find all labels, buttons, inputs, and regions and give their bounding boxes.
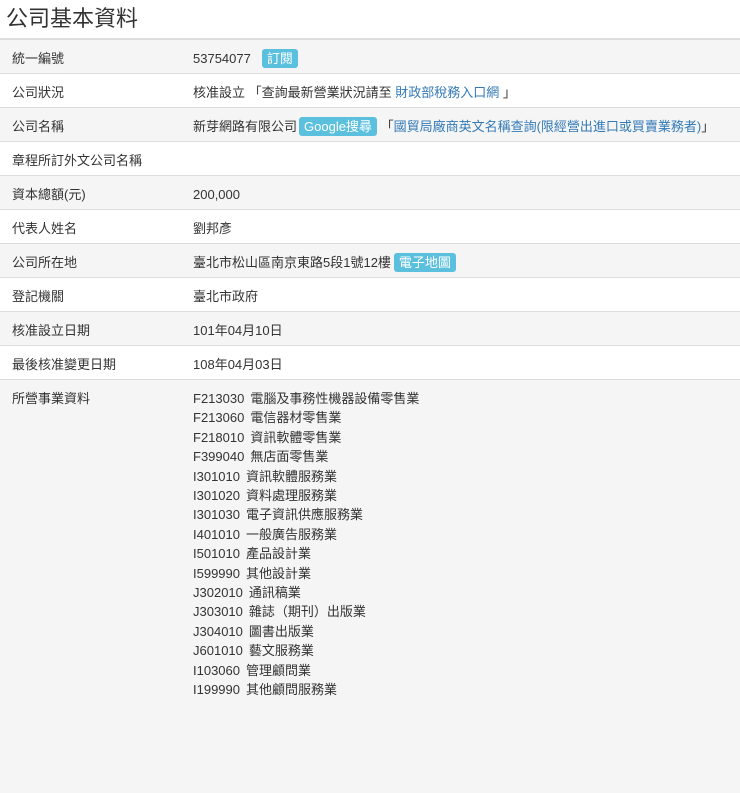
business-code: I401010	[193, 525, 240, 544]
business-name: 圖書出版業	[249, 624, 314, 639]
business-code: I103060	[193, 661, 240, 680]
business-code: J304010	[193, 622, 243, 641]
business-list: F213030 電腦及事務性機器設備零售業 F213060 電信器材零售業 F21801…	[193, 380, 740, 793]
business-item: I599990 其他設計業	[193, 564, 740, 583]
row-changed-date: 最後核准變更日期 108年04月03日	[0, 346, 740, 380]
business-name: 雜誌（期刊）出版業	[249, 604, 366, 619]
address-value: 臺北市松山區南京東路5段1號12樓	[193, 255, 391, 270]
business-item: F218010 資訊軟體零售業	[193, 428, 740, 447]
business-item: I301020 資料處理服務業	[193, 486, 740, 505]
business-item: F213060 電信器材零售業	[193, 408, 740, 427]
business-name: 資訊軟體服務業	[246, 469, 337, 484]
tax-id-value: 53754077	[193, 51, 251, 66]
capital-value: 200,000	[193, 176, 740, 210]
business-item: I103060 管理顧問業	[193, 661, 740, 680]
business-name: 資訊軟體零售業	[250, 430, 341, 445]
business-code: F213030	[193, 389, 244, 408]
business-name: 電腦及事務性機器設備零售業	[250, 391, 419, 406]
row-capital: 資本總額(元) 200,000	[0, 176, 740, 210]
row-status: 公司狀況 核准設立 「查詢最新營業狀況請至 財政部稅務入口網 」	[0, 74, 740, 108]
approved-date-value: 101年04月10日	[193, 312, 740, 346]
business-item: I501010 產品設計業	[193, 544, 740, 563]
business-item: F399040 無店面零售業	[193, 447, 740, 466]
business-item: J304010 圖書出版業	[193, 622, 740, 641]
business-item: J302010 通訊稿業	[193, 583, 740, 602]
label: 公司所在地	[0, 244, 193, 278]
label: 公司名稱	[0, 108, 193, 142]
row-representative: 代表人姓名 劉邦彥	[0, 210, 740, 244]
business-code: I501010	[193, 544, 240, 563]
label: 最後核准變更日期	[0, 346, 193, 380]
business-item: J601010 藝文服務業	[193, 641, 740, 660]
business-code: I199990	[193, 680, 240, 699]
bracket: 「	[381, 119, 394, 134]
business-code: I301010	[193, 467, 240, 486]
business-code: J601010	[193, 641, 243, 660]
bracket: 」	[701, 119, 714, 134]
map-button[interactable]: 電子地圖	[394, 253, 456, 272]
business-code: F399040	[193, 447, 244, 466]
row-approved-date: 核准設立日期 101年04月10日	[0, 312, 740, 346]
business-name: 電子資訊供應服務業	[246, 507, 363, 522]
business-name: 一般廣告服務業	[246, 527, 337, 542]
bracket: 」	[503, 85, 516, 100]
label: 章程所訂外文公司名稱	[0, 142, 193, 176]
changed-date-value: 108年04月03日	[193, 346, 740, 380]
business-item: I301010 資訊軟體服務業	[193, 467, 740, 486]
business-code: I301030	[193, 505, 240, 524]
business-code: J303010	[193, 602, 243, 621]
business-name: 藝文服務業	[249, 643, 314, 658]
business-name: 管理顧問業	[246, 663, 311, 678]
company-name-value: 新芽網路有限公司	[193, 119, 297, 134]
row-foreign-name: 章程所訂外文公司名稱	[0, 142, 740, 176]
authority-value: 臺北市政府	[193, 278, 740, 312]
business-item: I301030 電子資訊供應服務業	[193, 505, 740, 524]
business-name: 產品設計業	[246, 546, 311, 561]
business-item: I401010 一般廣告服務業	[193, 525, 740, 544]
business-name: 其他設計業	[246, 566, 311, 581]
representative-value: 劉邦彥	[193, 210, 740, 244]
business-code: F213060	[193, 408, 244, 427]
business-item: F213030 電腦及事務性機器設備零售業	[193, 389, 740, 408]
label: 統一編號	[0, 39, 193, 74]
business-code: I599990	[193, 564, 240, 583]
status-value: 核准設立	[193, 85, 245, 100]
subscribe-button[interactable]: 訂閱	[262, 49, 298, 68]
row-tax-id: 統一編號 53754077 訂閱	[0, 39, 740, 74]
business-name: 電信器材零售業	[250, 410, 341, 425]
business-code: F218010	[193, 428, 244, 447]
label: 公司狀況	[0, 74, 193, 108]
label: 所營事業資料	[0, 380, 193, 793]
page-title: 公司基本資料	[0, 0, 740, 38]
label: 代表人姓名	[0, 210, 193, 244]
company-info-table: 統一編號 53754077 訂閱 公司狀況 核准設立 「查詢最新營業狀況請至 財政…	[0, 38, 740, 793]
business-name: 其他顧問服務業	[246, 682, 337, 697]
row-name: 公司名稱 新芽網路有限公司Google搜尋 「國貿局廠商英文名稱查詢(限經營出進…	[0, 108, 740, 142]
business-code: J302010	[193, 583, 243, 602]
english-name-link[interactable]: 國貿局廠商英文名稱查詢(限經營出進口或買賣業務者)	[394, 119, 702, 134]
business-item: J303010 雜誌（期刊）出版業	[193, 602, 740, 621]
business-name: 無店面零售業	[250, 449, 328, 464]
business-code: I301020	[193, 486, 240, 505]
tax-portal-link[interactable]: 財政部稅務入口網	[395, 85, 499, 100]
label: 核准設立日期	[0, 312, 193, 346]
row-address: 公司所在地 臺北市松山區南京東路5段1號12樓電子地圖	[0, 244, 740, 278]
business-name: 資料處理服務業	[246, 488, 337, 503]
row-business: 所營事業資料 F213030 電腦及事務性機器設備零售業 F213060 電信器材零售…	[0, 380, 740, 793]
foreign-name-value	[193, 142, 740, 176]
google-search-button[interactable]: Google搜尋	[299, 117, 377, 136]
label: 登記機關	[0, 278, 193, 312]
label: 資本總額(元)	[0, 176, 193, 210]
business-item: I199990 其他顧問服務業	[193, 680, 740, 699]
business-name: 通訊稿業	[249, 585, 301, 600]
row-authority: 登記機關 臺北市政府	[0, 278, 740, 312]
status-note: 「查詢最新營業狀況請至	[249, 85, 392, 100]
